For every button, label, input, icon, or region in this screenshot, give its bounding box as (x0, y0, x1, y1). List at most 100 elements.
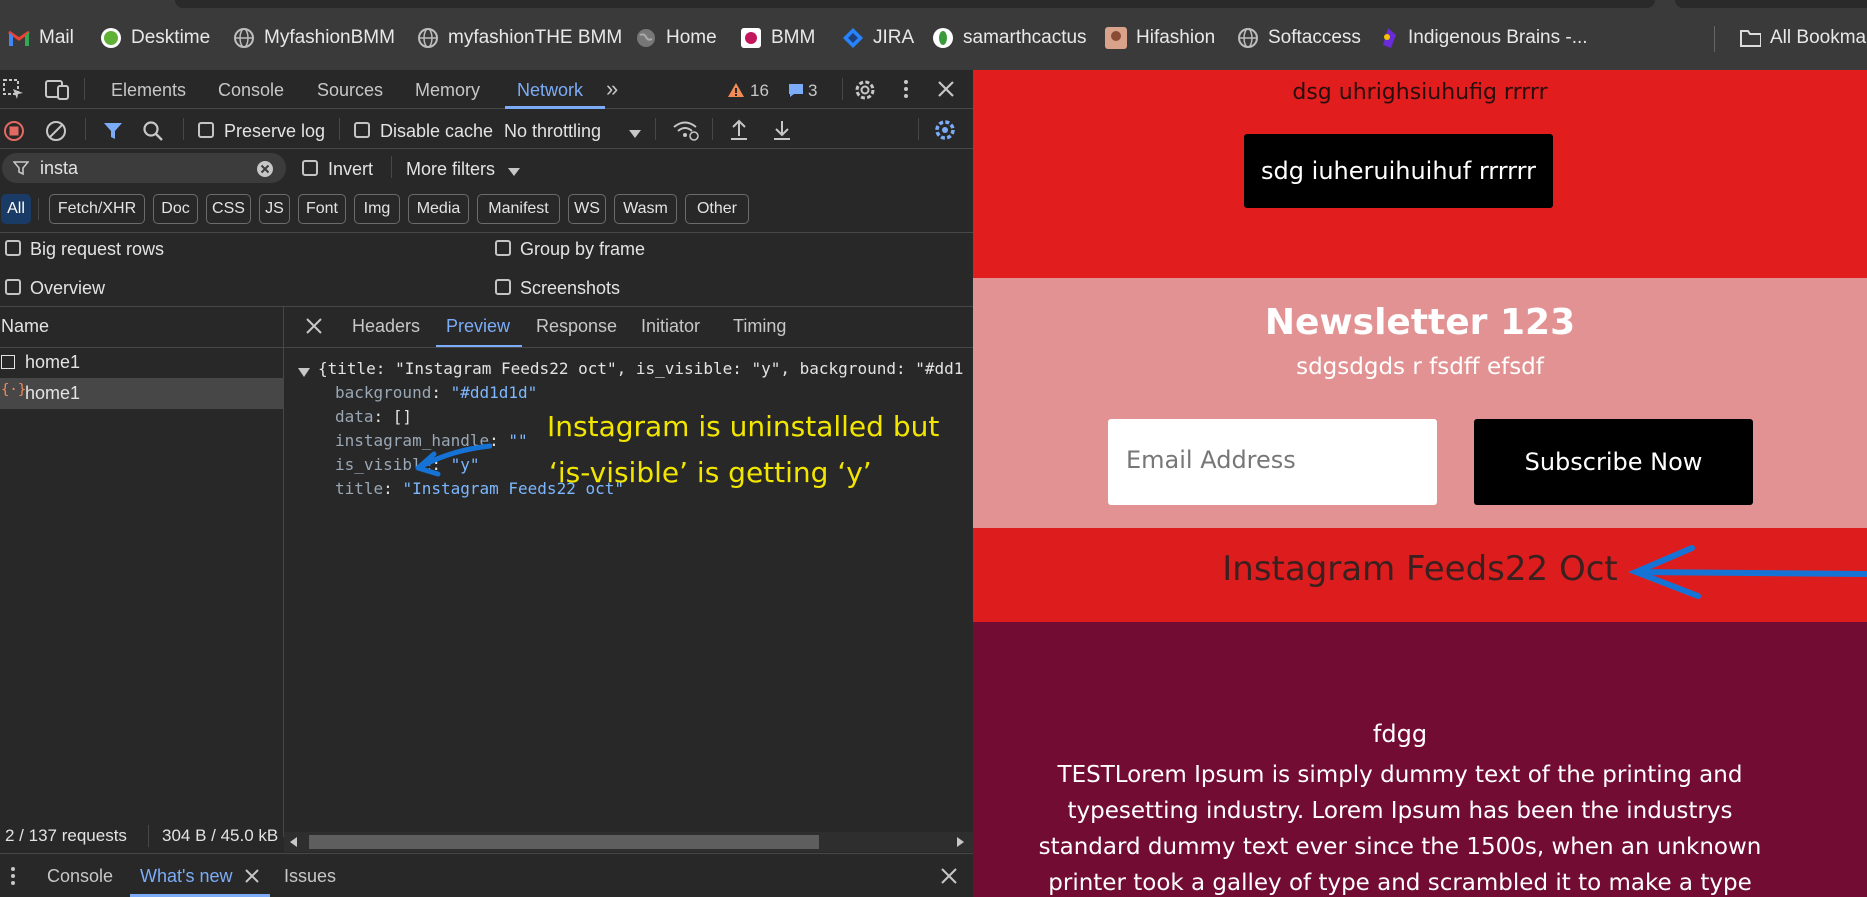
drawer-tab-issues[interactable]: Issues (284, 866, 336, 887)
customize-menu-icon[interactable] (902, 78, 910, 105)
more-tabs-chevron-icon[interactable]: » (606, 76, 618, 102)
gmail-icon (8, 27, 30, 49)
filter-funnel-icon[interactable] (102, 120, 124, 147)
messages-count[interactable]: 3 (808, 81, 817, 101)
warning-icon[interactable] (727, 82, 745, 103)
chip-manifest[interactable]: Manifest (477, 194, 560, 224)
detail-tab-response[interactable]: Response (536, 316, 617, 337)
transfer-size-status: 304 B / 45.0 kB (162, 826, 279, 845)
network-conditions-wifi-icon[interactable] (672, 118, 700, 147)
clear-icon[interactable] (45, 120, 67, 147)
overview-checkbox[interactable] (5, 279, 21, 295)
close-devtools-icon[interactable] (936, 79, 956, 104)
tab-memory[interactable]: Memory (415, 80, 480, 101)
big-request-rows-checkbox[interactable] (5, 240, 21, 256)
name-column-header[interactable]: Name (1, 316, 49, 337)
throttling-dropdown-icon[interactable] (628, 126, 642, 144)
horizontal-scrollbar[interactable] (284, 832, 973, 852)
network-settings-gear-icon[interactable] (933, 118, 957, 147)
bookmark-softaccess[interactable]: Softaccess (1237, 24, 1361, 52)
web-page-viewport: dsg uhrighsiuhufig rrrrr sdg iuheruihuih… (973, 70, 1867, 897)
bookmarks-bar: Mail Desktime MyfashionBMM myfashionTHE … (0, 0, 1867, 70)
chip-other[interactable]: Other (685, 194, 749, 224)
bookmark-mail[interactable]: Mail (8, 24, 74, 52)
avatar-icon (1105, 27, 1127, 49)
detail-tab-headers[interactable]: Headers (352, 316, 420, 337)
filter-input[interactable]: insta (40, 158, 78, 179)
disable-cache-checkbox[interactable] (354, 122, 370, 138)
bookmark-bmm[interactable]: BMM (740, 24, 815, 52)
bookmark-hifashion[interactable]: Hifashion (1105, 24, 1215, 52)
request-name: home1 (25, 352, 81, 372)
close-drawer-icon[interactable] (940, 867, 958, 890)
chip-media[interactable]: Media (408, 194, 469, 224)
settings-gear-icon[interactable] (853, 78, 877, 107)
cactus-icon (932, 27, 954, 49)
tab-elements[interactable]: Elements (111, 80, 186, 101)
instagram-section: Instagram Feeds22 Oct (973, 528, 1867, 622)
throttling-select[interactable]: No throttling (504, 121, 601, 142)
bookmark-all-bookmarks[interactable]: All Bookmarks (1739, 24, 1867, 52)
chip-wasm[interactable]: Wasm (614, 194, 677, 224)
drawer-menu-icon[interactable] (10, 866, 16, 891)
chip-font[interactable]: Font (298, 194, 346, 224)
bookmark-desktime[interactable]: Desktime (100, 24, 210, 52)
content-line: typesetting industry. Lorem Ipsum has be… (1067, 798, 1733, 824)
email-input[interactable]: Email Address (1108, 419, 1437, 505)
tab-sources[interactable]: Sources (317, 80, 383, 101)
drawer-tab-console[interactable]: Console (47, 866, 113, 887)
content-heading: fdgg (1372, 720, 1428, 748)
bookmark-jira[interactable]: JIRA (842, 24, 914, 52)
bookmark-indigenous-brains[interactable]: Indigenous Brains -... (1377, 24, 1588, 52)
chip-all[interactable]: All (1, 194, 31, 224)
tab-network[interactable]: Network (517, 80, 583, 101)
detail-tab-timing[interactable]: Timing (733, 316, 786, 337)
more-filters-dropdown-icon[interactable] (507, 164, 521, 182)
bookmark-home[interactable]: Home (635, 24, 717, 52)
chip-doc[interactable]: Doc (153, 194, 198, 224)
request-row[interactable]: home1 (0, 348, 283, 378)
request-row-selected[interactable]: {·} home1 (0, 378, 283, 409)
detail-tab-initiator[interactable]: Initiator (641, 316, 700, 337)
drawer-tab-whats-new[interactable]: What's new (140, 866, 232, 887)
bookmark-myfashionthe-bmm[interactable]: myfashionTHE BMM (417, 24, 622, 52)
chip-css[interactable]: CSS (206, 194, 251, 224)
content-line: TESTLorem Ipsum is simply dummy text of … (1057, 762, 1743, 788)
chip-img[interactable]: Img (354, 194, 400, 224)
bookmarks-separator (1714, 26, 1715, 52)
device-toolbar-icon[interactable] (44, 78, 70, 107)
email-placeholder: Email Address (1126, 446, 1296, 474)
clear-filter-icon[interactable] (256, 160, 274, 183)
jira-icon (842, 27, 864, 49)
expand-triangle-icon[interactable] (298, 365, 310, 383)
message-icon[interactable] (788, 83, 804, 103)
record-stop-icon[interactable] (3, 120, 25, 147)
import-har-icon[interactable] (728, 118, 750, 147)
scrollbar-thumb[interactable] (309, 835, 819, 849)
subscribe-button[interactable]: Subscribe Now (1474, 419, 1753, 505)
bookmark-myfashionbmm[interactable]: MyfashionBMM (233, 24, 395, 52)
hero-button[interactable]: sdg iuheruihuihuf rrrrrr (1244, 134, 1553, 208)
detail-tab-preview[interactable]: Preview (446, 316, 510, 337)
chip-fetch-xhr[interactable]: Fetch/XHR (49, 194, 145, 224)
group-by-frame-checkbox[interactable] (495, 240, 511, 256)
more-filters-button[interactable]: More filters (406, 159, 495, 180)
inspect-element-icon[interactable] (2, 78, 26, 107)
annotation-arrow-icon (412, 438, 493, 483)
search-icon[interactable] (142, 120, 164, 147)
screenshots-checkbox[interactable] (495, 279, 511, 295)
chip-ws[interactable]: WS (568, 194, 606, 224)
tab-console[interactable]: Console (218, 80, 284, 101)
close-detail-icon[interactable] (305, 317, 323, 340)
warnings-count[interactable]: 16 (750, 81, 769, 101)
close-whats-new-icon[interactable] (244, 868, 260, 889)
preserve-log-checkbox[interactable] (198, 122, 214, 138)
json-key: data: [] (335, 407, 413, 426)
requests-count-status: 2 / 137 requests (5, 826, 127, 845)
scroll-right-icon[interactable] (957, 837, 964, 847)
scroll-left-icon[interactable] (290, 837, 297, 847)
invert-checkbox[interactable] (302, 160, 318, 176)
export-har-icon[interactable] (771, 118, 793, 147)
bookmark-samarthcactus[interactable]: samarthcactus (932, 24, 1087, 52)
chip-js[interactable]: JS (259, 194, 290, 224)
